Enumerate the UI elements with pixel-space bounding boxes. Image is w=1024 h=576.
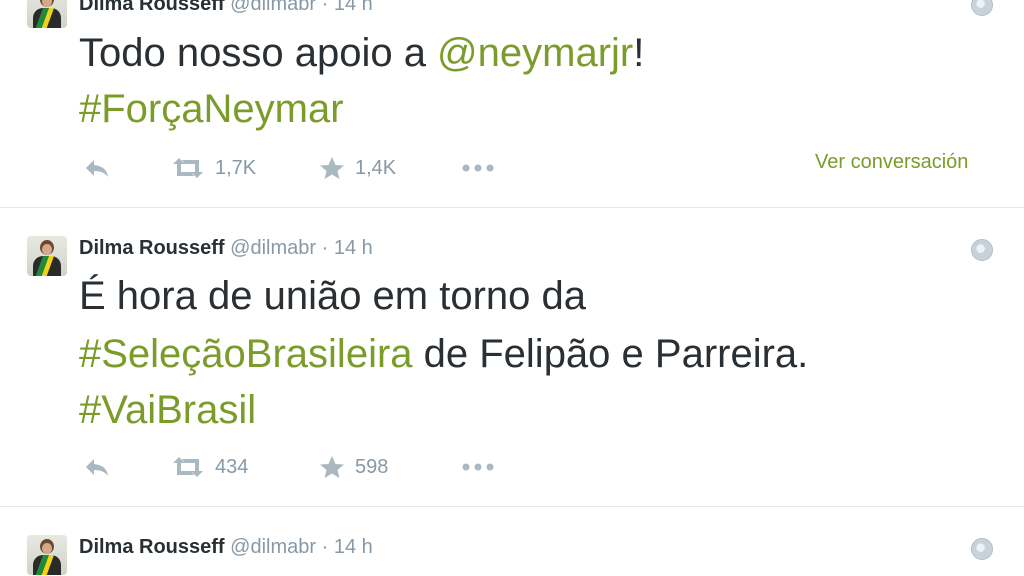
separator: · xyxy=(321,536,329,558)
tweet-text-line2: #SeleçãoBrasileira de Felipão e Parreira… xyxy=(79,325,808,383)
separator: · xyxy=(321,0,329,15)
tweet-text-line3: #VaiBrasil xyxy=(79,381,256,439)
retweet-count: 434 xyxy=(215,455,249,478)
tweet-actions: 434 598 xyxy=(79,452,979,482)
hashtag-link[interactable]: #ForçaNeymar xyxy=(79,87,344,131)
separator: · xyxy=(321,237,329,259)
reply-icon xyxy=(86,459,108,476)
reply-icon xyxy=(86,160,108,177)
tweet-2[interactable]: Dilma Rousseff @dilmabr · 14 h É hora de… xyxy=(0,208,1024,506)
globe-icon xyxy=(971,239,993,261)
author-name[interactable]: Dilma Rousseff xyxy=(79,536,225,558)
reply-button[interactable] xyxy=(83,153,111,183)
favorite-star-icon xyxy=(320,157,344,179)
favorite-button[interactable]: 598 xyxy=(319,452,388,482)
author-handle[interactable]: @dilmabr xyxy=(230,536,316,558)
tweet-3[interactable]: Dilma Rousseff @dilmabr · 14 h xyxy=(0,507,1024,576)
retweet-button[interactable]: 1,7K xyxy=(171,153,256,183)
tweet-1[interactable]: Dilma Rousseff @dilmabr · 14 h Todo noss… xyxy=(0,0,1024,207)
more-dots-icon xyxy=(462,463,494,471)
retweet-count: 1,7K xyxy=(215,156,257,179)
favorite-count: 1,4K xyxy=(355,156,397,179)
hashtag-link[interactable]: #SeleçãoBrasileira xyxy=(79,332,413,376)
globe-icon xyxy=(971,0,993,16)
tweet-header: Dilma Rousseff @dilmabr · 14 h xyxy=(79,536,373,559)
favorite-button[interactable]: 1,4K xyxy=(319,153,396,183)
more-dots-icon xyxy=(462,164,494,172)
tweet-text: Todo nosso apoio a @neymarjr! xyxy=(79,24,644,82)
tweet-header: Dilma Rousseff @dilmabr · 14 h xyxy=(79,237,373,260)
timestamp[interactable]: 14 h xyxy=(334,0,373,15)
text-part: de Felipão e Parreira. xyxy=(412,332,809,376)
tweet-text-line2: #ForçaNeymar xyxy=(79,80,344,138)
tweet-header: Dilma Rousseff @dilmabr · 14 h xyxy=(79,0,373,16)
retweet-icon xyxy=(173,158,203,178)
favorite-count: 598 xyxy=(355,455,389,478)
author-name[interactable]: Dilma Rousseff xyxy=(79,237,225,259)
timestamp[interactable]: 14 h xyxy=(334,536,373,558)
text-line: É hora de união em torno da xyxy=(79,274,587,318)
author-name[interactable]: Dilma Rousseff xyxy=(79,0,225,15)
avatar[interactable] xyxy=(27,535,67,575)
tweet-text: É hora de união em torno da xyxy=(79,267,586,325)
text-part: ! xyxy=(633,31,645,75)
avatar[interactable] xyxy=(27,236,67,276)
globe-icon xyxy=(971,538,993,560)
timestamp[interactable]: 14 h xyxy=(334,237,373,259)
mention-link[interactable]: @neymarjr xyxy=(437,31,633,75)
retweet-icon xyxy=(173,457,203,477)
author-handle[interactable]: @dilmabr xyxy=(230,237,316,259)
reply-button[interactable] xyxy=(83,452,111,482)
avatar[interactable] xyxy=(27,0,67,28)
author-handle[interactable]: @dilmabr xyxy=(230,0,316,15)
favorite-star-icon xyxy=(320,456,344,478)
retweet-button[interactable]: 434 xyxy=(171,452,248,482)
view-conversation-link[interactable]: Ver conversación xyxy=(815,151,968,174)
more-button[interactable] xyxy=(461,452,495,482)
more-button[interactable] xyxy=(461,153,495,183)
hashtag-link[interactable]: #VaiBrasil xyxy=(79,388,256,432)
text-part: Todo nosso apoio a xyxy=(79,31,438,75)
